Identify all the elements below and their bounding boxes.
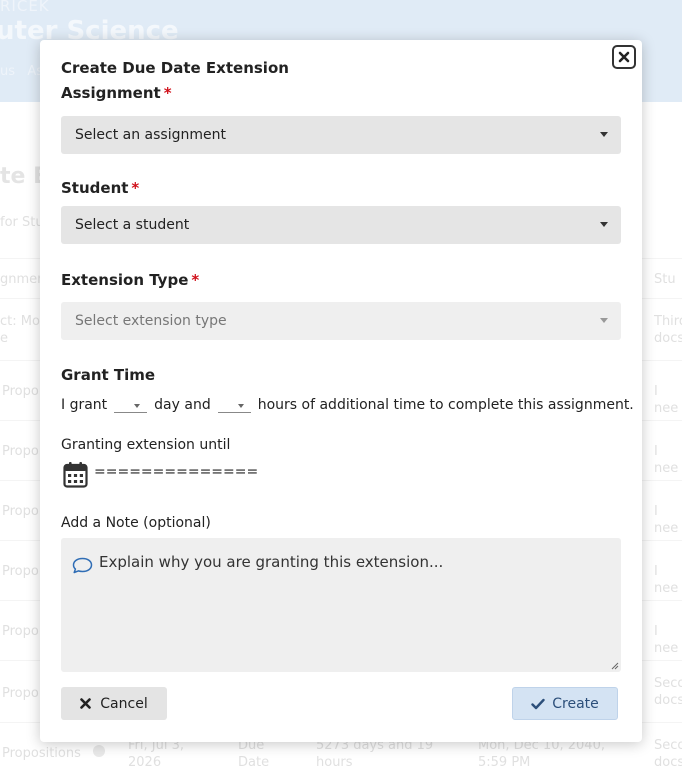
student-select[interactable]: Select a student xyxy=(61,206,621,244)
days-select[interactable] xyxy=(114,396,148,413)
grant-time-label: Grant Time xyxy=(61,366,156,384)
chevron-down-icon xyxy=(600,132,608,137)
grant-text-after: hours of additional time to complete thi… xyxy=(257,396,634,413)
assignment-select-placeholder: Select an assignment xyxy=(75,127,226,143)
speech-bubble-icon xyxy=(72,557,93,574)
chevron-down-icon xyxy=(600,318,608,323)
cancel-button[interactable]: Cancel xyxy=(61,687,167,720)
grant-text-before: I grant xyxy=(61,396,108,413)
chevron-down-icon xyxy=(237,404,244,408)
close-button[interactable] xyxy=(612,45,636,69)
extension-type-select-placeholder: Select extension type xyxy=(75,313,227,329)
chevron-down-icon xyxy=(134,404,141,408)
close-icon xyxy=(618,51,630,63)
create-button[interactable]: Create xyxy=(512,687,618,720)
checkmark-icon xyxy=(531,698,545,709)
extension-type-label: Extension Type * xyxy=(61,271,200,289)
grant-text-middle: day and xyxy=(154,396,211,413)
extension-date-value[interactable]: ============== xyxy=(94,464,258,480)
calendar-icon[interactable] xyxy=(63,461,88,488)
required-mark: * xyxy=(191,271,200,289)
chevron-down-icon xyxy=(600,222,608,227)
extension-modal: Create Due Date Extension Assignment * Se… xyxy=(40,40,642,742)
modal-title: Create Due Date Extension xyxy=(61,59,289,77)
hours-select[interactable] xyxy=(217,396,251,413)
granting-until-label: Granting extension until xyxy=(61,437,231,453)
required-mark: * xyxy=(131,179,140,197)
student-select-placeholder: Select a student xyxy=(75,217,190,233)
cancel-button-label: Cancel xyxy=(100,695,148,712)
required-mark: * xyxy=(163,84,172,102)
extension-type-select[interactable]: Select extension type xyxy=(61,302,621,340)
student-label: Student * xyxy=(61,179,140,197)
grant-time-sentence: I grant day and hours of additional time… xyxy=(61,396,634,413)
assignment-select[interactable]: Select an assignment xyxy=(61,116,621,154)
close-icon xyxy=(80,698,92,709)
note-field xyxy=(61,538,621,672)
resize-handle-icon[interactable] xyxy=(611,662,619,670)
note-label: Add a Note (optional) xyxy=(61,515,211,531)
assignment-label: Assignment * xyxy=(61,84,172,102)
create-button-label: Create xyxy=(552,695,599,712)
note-textarea[interactable] xyxy=(99,538,614,666)
